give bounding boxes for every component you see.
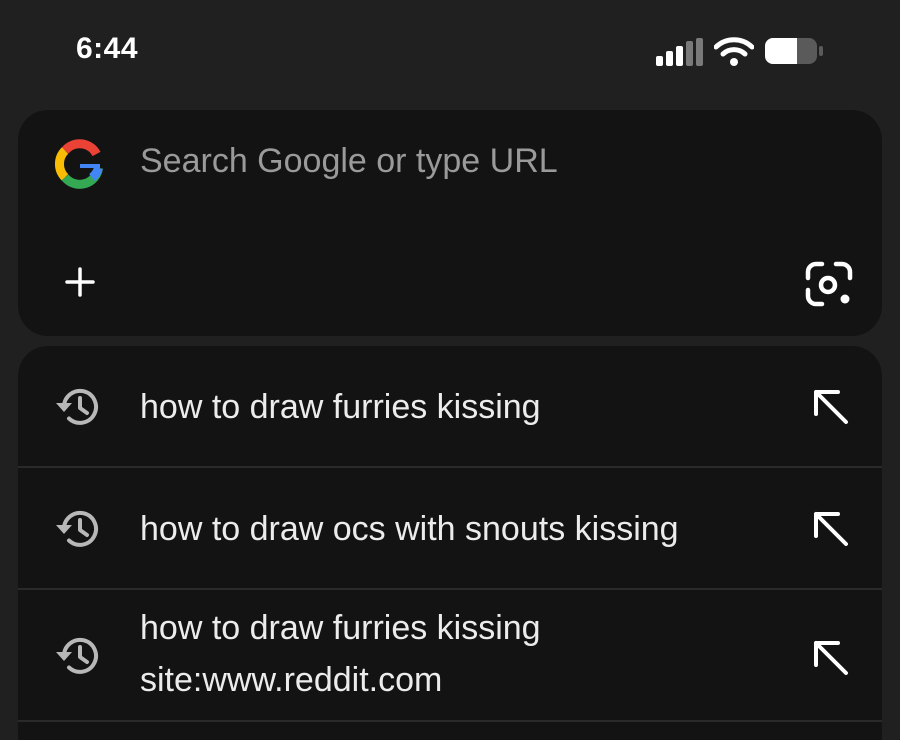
arrow-up-left-icon [814, 512, 848, 546]
fill-query-button[interactable] [806, 633, 856, 683]
wifi-icon [714, 37, 754, 66]
status-bar: 6:44 [0, 0, 900, 100]
google-g-icon [55, 139, 103, 189]
fill-query-button[interactable] [806, 504, 856, 554]
add-button[interactable] [58, 260, 102, 304]
google-lens-icon [805, 261, 853, 307]
status-time: 6:44 [76, 32, 139, 65]
search-input[interactable] [140, 138, 780, 184]
search-box [18, 110, 882, 336]
suggestion-text: how to draw ocs with snouts kissing [140, 510, 679, 548]
suggestion-list: how to draw furries kissing how to draw … [18, 346, 882, 740]
google-lens-button[interactable] [804, 260, 854, 308]
suggestion-text: how to draw furries kissing [140, 388, 541, 426]
arrow-up-left-icon [814, 641, 848, 675]
history-icon [56, 388, 98, 425]
arrow-up-left-icon [814, 390, 848, 424]
battery-icon [765, 38, 823, 64]
suggestion-item[interactable]: how to draw furries kissing site:www.red… [18, 590, 882, 722]
suggestion-text: how to draw furries kissing site:www.red… [140, 609, 541, 699]
history-icon [56, 510, 98, 547]
cellular-signal-icon [656, 38, 703, 66]
history-icon [56, 637, 98, 674]
suggestion-item[interactable]: how to draw ocs with snouts kissing [18, 468, 882, 590]
fill-query-button[interactable] [806, 382, 856, 432]
plus-icon [65, 267, 95, 297]
suggestion-item[interactable]: how to draw furries kissing [18, 346, 882, 468]
